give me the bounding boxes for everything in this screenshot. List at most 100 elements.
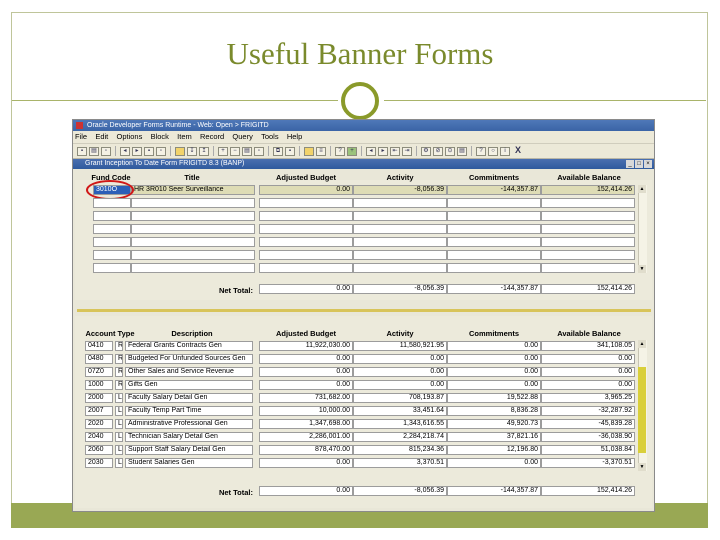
account-code-field[interactable]: 2040 (85, 432, 113, 442)
previous-block-icon[interactable]: ↥ (199, 146, 209, 156)
empty-cell[interactable] (541, 263, 635, 273)
empty-cell[interactable] (259, 250, 353, 260)
adjusted-budget-field[interactable]: 11,922,030.00 (259, 341, 353, 351)
account-type-field[interactable]: L (115, 419, 123, 429)
list-icon[interactable]: ≡ (316, 146, 326, 156)
empty-cell[interactable] (447, 224, 541, 234)
empty-cell[interactable] (541, 211, 635, 221)
activity-field[interactable]: 0.00 (353, 367, 447, 377)
commitments-field[interactable]: 49,920.73 (447, 419, 541, 429)
hint-icon[interactable]: ○ (488, 146, 498, 156)
empty-cell[interactable] (353, 198, 447, 208)
empty-cell[interactable] (131, 211, 255, 221)
commitments-field[interactable]: 0.00 (447, 380, 541, 390)
adjusted-budget-field[interactable]: 878,470.00 (259, 445, 353, 455)
commitments-field[interactable]: 0.00 (447, 367, 541, 377)
account-code-field[interactable]: 0480 (85, 354, 113, 364)
available-balance-field[interactable]: 0.00 (541, 380, 635, 390)
activity-field[interactable]: 815,234.36 (353, 445, 447, 455)
next-record-icon[interactable]: ▸ (378, 146, 388, 156)
cancel-icon[interactable]: ⊘ (433, 146, 443, 156)
account-type-field[interactable]: L (115, 393, 123, 403)
save-icon[interactable]: ▪ (77, 146, 87, 156)
maximize-icon[interactable]: □ (635, 160, 643, 168)
empty-cell[interactable] (353, 250, 447, 260)
empty-cell[interactable] (93, 263, 131, 273)
block-icon[interactable]: ▪ (144, 146, 154, 156)
available-balance-field[interactable]: 341,108.05 (541, 341, 635, 351)
available-balance-field[interactable]: -45,839.28 (541, 419, 635, 429)
minimize-icon[interactable]: _ (626, 160, 634, 168)
empty-cell[interactable] (131, 263, 255, 273)
activity-field[interactable]: 708,193.87 (353, 393, 447, 403)
record-icon[interactable]: ▫ (156, 146, 166, 156)
menu-item[interactable]: Item (177, 132, 192, 141)
insert-record-icon[interactable]: + (218, 146, 228, 156)
empty-cell[interactable] (447, 250, 541, 260)
account-code-field[interactable]: 2060 (85, 445, 113, 455)
scroll-up-icon[interactable]: ▲ (638, 185, 646, 193)
folder-icon[interactable] (175, 146, 185, 156)
scroll-down-icon[interactable]: ▼ (638, 265, 646, 273)
close-icon[interactable]: X (512, 145, 524, 156)
adjusted-budget-field[interactable]: 2,286,001.00 (259, 432, 353, 442)
adjusted-budget-field[interactable]: 0.00 (259, 380, 353, 390)
empty-cell[interactable] (541, 237, 635, 247)
duplicate-record-icon[interactable]: ▤ (242, 146, 252, 156)
commitments-field[interactable]: 8,836.28 (447, 406, 541, 416)
description-field[interactable]: Other Sales and Service Revenue (125, 367, 253, 377)
description-field[interactable]: Gifts Gen (125, 380, 253, 390)
description-field[interactable]: Faculty Temp Part Time (125, 406, 253, 416)
commitments-field[interactable]: -144,357.87 (447, 185, 541, 195)
description-field[interactable]: Student Salaries Gen (125, 458, 253, 468)
info-icon[interactable]: i (500, 146, 510, 156)
account-type-field[interactable]: L (115, 432, 123, 442)
account-type-field[interactable]: L (115, 406, 123, 416)
available-balance-field[interactable]: 152,414.26 (541, 185, 635, 195)
menu-block[interactable]: Block (151, 132, 169, 141)
empty-cell[interactable] (447, 198, 541, 208)
account-type-field[interactable]: R (115, 367, 123, 377)
account-type-field[interactable]: R (115, 380, 123, 390)
empty-cell[interactable] (259, 198, 353, 208)
empty-cell[interactable] (93, 198, 131, 208)
commitments-field[interactable]: 0.00 (447, 354, 541, 364)
description-field[interactable]: Support Staff Salary Detail Gen (125, 445, 253, 455)
account-code-field[interactable]: 2020 (85, 419, 113, 429)
next-block-icon[interactable]: ↧ (187, 146, 197, 156)
menu-help[interactable]: Help (287, 132, 302, 141)
commitments-field[interactable]: 37,821.16 (447, 432, 541, 442)
rollback-icon[interactable]: ◂ (120, 146, 130, 156)
paste-icon[interactable]: ▪ (285, 146, 295, 156)
empty-cell[interactable] (131, 237, 255, 247)
enter-query-icon[interactable]: ? (335, 146, 345, 156)
report-icon[interactable] (304, 146, 314, 156)
menu-tools[interactable]: Tools (261, 132, 279, 141)
description-field[interactable]: Faculty Salary Detail Gen (125, 393, 253, 403)
empty-cell[interactable] (131, 224, 255, 234)
account-code-field[interactable]: 2000 (85, 393, 113, 403)
remove-record-icon[interactable]: − (230, 146, 240, 156)
adjusted-budget-field[interactable]: 0.00 (259, 458, 353, 468)
activity-field[interactable]: 2,284,218.74 (353, 432, 447, 442)
first-record-icon[interactable]: ⇤ (390, 146, 400, 156)
available-balance-field[interactable]: -32,287.92 (541, 406, 635, 416)
empty-cell[interactable] (259, 224, 353, 234)
available-balance-field[interactable]: -36,038.90 (541, 432, 635, 442)
empty-cell[interactable] (353, 224, 447, 234)
activity-field[interactable]: 3,370.51 (353, 458, 447, 468)
account-type-field[interactable]: L (115, 445, 123, 455)
activity-field[interactable]: 33,451.64 (353, 406, 447, 416)
select-icon[interactable]: ▸ (132, 146, 142, 156)
copy-icon[interactable]: ⧉ (273, 146, 283, 156)
close-icon[interactable]: × (644, 160, 652, 168)
adjusted-budget-field[interactable]: 10,000.00 (259, 406, 353, 416)
commitments-field[interactable]: 0.00 (447, 341, 541, 351)
empty-cell[interactable] (541, 224, 635, 234)
empty-cell[interactable] (353, 263, 447, 273)
empty-cell[interactable] (353, 211, 447, 221)
commitments-field[interactable]: 19,522.88 (447, 393, 541, 403)
print-icon[interactable]: ▤ (89, 146, 99, 156)
empty-cell[interactable] (447, 237, 541, 247)
activity-field[interactable]: 0.00 (353, 380, 447, 390)
